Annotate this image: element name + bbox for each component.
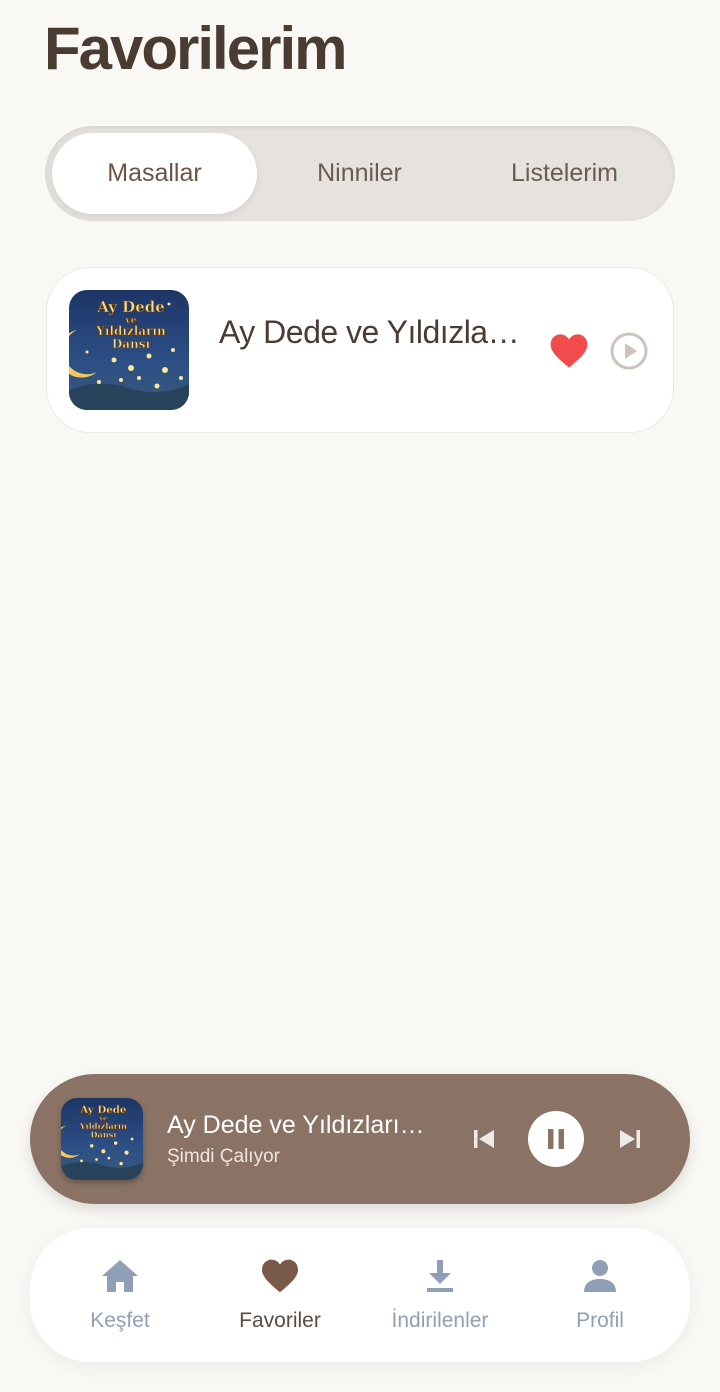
cover-text-line-3: Yıldızların [95, 324, 166, 338]
pause-button[interactable] [528, 1111, 584, 1167]
heart-icon[interactable] [549, 332, 589, 370]
page-title: Favorilerim [44, 15, 347, 82]
nav-label-favoriler: Favoriler [239, 1309, 321, 1332]
category-tabs: Masallar Ninniler Listelerim [45, 126, 675, 221]
nav-item-profil[interactable]: Profil [520, 1228, 680, 1362]
heart-icon [262, 1259, 298, 1293]
mini-cover-text-line-4: Dansı [90, 1130, 116, 1140]
tab-masallar[interactable]: Masallar [52, 133, 257, 214]
home-icon [102, 1260, 138, 1292]
cover-text-line-1: Ay Dede [96, 298, 165, 316]
nav-item-favoriler[interactable]: Favoriler [200, 1228, 360, 1362]
story-title: Ay Dede ve Yıldızların Dansı [219, 314, 529, 350]
tab-ninniler[interactable]: Ninniler [257, 133, 462, 214]
skip-next-icon[interactable] [616, 1125, 644, 1153]
skip-previous-icon[interactable] [470, 1125, 498, 1153]
pause-icon [548, 1129, 564, 1149]
now-playing-status: Şimdi Çalıyor [167, 1146, 280, 1167]
download-icon [427, 1260, 453, 1292]
now-playing-title: Ay Dede ve Yıldızların Dansı [167, 1111, 437, 1139]
cover-text-line-4: Dansı [112, 337, 151, 351]
play-circle-icon[interactable] [609, 331, 649, 371]
mini-player[interactable]: Ay Dede ve Yıldızların Dansı Ay Dede ve … [30, 1074, 690, 1204]
story-cover-image: Ay Dede ve Yıldızların Dansı [69, 290, 189, 410]
favorite-story-card[interactable]: Ay Dede ve Yıldızların Dansı Ay Dede ve … [46, 267, 674, 433]
mini-cover-text-line-1: Ay Dede [79, 1104, 127, 1116]
bottom-navigation: Keşfet Favoriler İndirilenler Profil [30, 1228, 690, 1362]
now-playing-cover-image: Ay Dede ve Yıldızların Dansı [61, 1098, 143, 1180]
nav-item-kesfet[interactable]: Keşfet [40, 1228, 200, 1362]
nav-label-kesfet: Keşfet [90, 1309, 150, 1332]
person-icon [584, 1260, 616, 1292]
nav-item-indirilenler[interactable]: İndirilenler [360, 1228, 520, 1362]
nav-label-indirilenler: İndirilenler [391, 1309, 489, 1332]
nav-label-profil: Profil [576, 1309, 624, 1332]
tab-listelerim[interactable]: Listelerim [462, 133, 667, 214]
